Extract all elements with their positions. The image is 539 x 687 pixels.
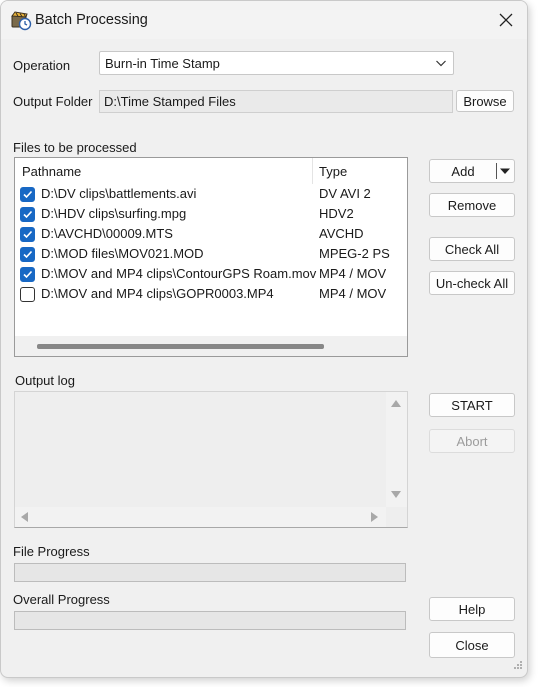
file-path: D:\MOD files\MOV021.MOD — [41, 246, 204, 261]
window-title: Batch Processing — [35, 12, 148, 28]
checkbox[interactable] — [20, 267, 35, 282]
checkbox[interactable] — [20, 227, 35, 242]
file-path: D:\MOV and MP4 clips\ContourGPS Roam.mov — [41, 266, 317, 281]
list-item[interactable]: D:\AVCHD\00009.MTS AVCHD — [15, 224, 407, 244]
files-label: Files to be processed — [13, 140, 137, 155]
title-bar: Batch Processing — [1, 1, 527, 39]
list-item[interactable]: D:\MOV and MP4 clips\ContourGPS Roam.mov… — [15, 264, 407, 284]
file-type: MPEG-2 PS — [319, 246, 390, 261]
file-path: D:\DV clips\battlements.avi — [41, 186, 197, 201]
operation-label: Operation — [13, 58, 71, 73]
batch-processing-dialog: Batch Processing Operation Burn-in Time … — [0, 0, 528, 678]
operation-select[interactable]: Burn-in Time Stamp — [99, 51, 454, 75]
file-type: HDV2 — [319, 206, 354, 221]
file-type: DV AVI 2 — [319, 186, 371, 201]
help-button[interactable]: Help — [429, 597, 515, 621]
file-path: D:\AVCHD\00009.MTS — [41, 226, 173, 241]
scroll-up-icon[interactable] — [391, 400, 401, 407]
column-header-type[interactable]: Type — [319, 164, 347, 179]
add-button-label: Add — [451, 163, 475, 179]
scroll-right-icon[interactable] — [371, 512, 378, 522]
remove-button[interactable]: Remove — [429, 193, 515, 217]
start-button[interactable]: START — [429, 393, 515, 417]
output-log[interactable] — [14, 391, 408, 528]
checkbox[interactable] — [20, 247, 35, 262]
list-item[interactable]: D:\MOD files\MOV021.MOD MPEG-2 PS — [15, 244, 407, 264]
list-item[interactable]: D:\DV clips\battlements.avi DV AVI 2 — [15, 184, 407, 204]
horizontal-scrollbar[interactable] — [15, 336, 407, 356]
file-type: MP4 / MOV — [319, 266, 387, 281]
checkbox[interactable] — [20, 287, 35, 302]
file-path: D:\HDV clips\surfing.mpg — [41, 206, 187, 221]
resize-grip-icon[interactable] — [513, 658, 523, 673]
chevron-down-icon — [435, 57, 447, 72]
overall-progress-bar — [14, 611, 406, 630]
close-icon[interactable] — [493, 7, 519, 33]
output-folder-field[interactable]: D:\Time Stamped Files — [99, 90, 453, 113]
vertical-scrollbar[interactable] — [386, 392, 407, 507]
list-item[interactable]: D:\MOV and MP4 clips\GOPR0003.MP4 MP4 / … — [15, 284, 407, 304]
uncheck-all-button[interactable]: Un-check All — [429, 271, 515, 295]
file-type: AVCHD — [319, 226, 364, 241]
file-progress-label: File Progress — [13, 544, 90, 559]
close-button[interactable]: Close — [429, 632, 515, 658]
abort-button[interactable]: Abort — [429, 429, 515, 453]
scrollbar-thumb[interactable] — [37, 344, 324, 349]
browse-button[interactable]: Browse — [456, 90, 514, 112]
clapperboard-clock-icon — [10, 9, 32, 31]
file-path: D:\MOV and MP4 clips\GOPR0003.MP4 — [41, 286, 274, 301]
checkbox[interactable] — [20, 207, 35, 222]
files-list[interactable]: Pathname Type D:\DV clips\battlements.av… — [14, 157, 408, 357]
scroll-down-icon[interactable] — [391, 491, 401, 498]
output-log-label: Output log — [15, 373, 75, 388]
column-header-pathname[interactable]: Pathname — [22, 164, 81, 179]
scroll-left-icon[interactable] — [21, 512, 28, 522]
check-all-button[interactable]: Check All — [429, 237, 515, 261]
split-divider — [496, 163, 497, 179]
file-progress-bar — [14, 563, 406, 582]
operation-value: Burn-in Time Stamp — [105, 56, 220, 71]
overall-progress-label: Overall Progress — [13, 592, 110, 607]
horizontal-scrollbar[interactable] — [15, 507, 386, 527]
column-divider — [312, 158, 313, 184]
add-button[interactable]: Add — [429, 159, 515, 183]
output-folder-label: Output Folder — [13, 94, 93, 109]
file-type: MP4 / MOV — [319, 286, 387, 301]
checkbox[interactable] — [20, 187, 35, 202]
list-item[interactable]: D:\HDV clips\surfing.mpg HDV2 — [15, 204, 407, 224]
output-folder-value: D:\Time Stamped Files — [104, 94, 236, 109]
caret-down-icon[interactable] — [499, 165, 511, 180]
